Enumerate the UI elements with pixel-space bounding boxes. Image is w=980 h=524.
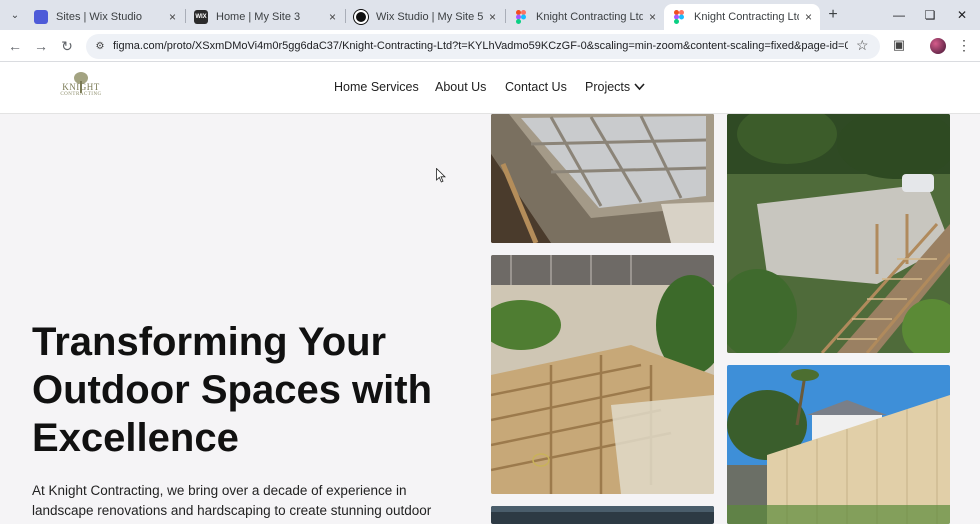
project-photo-paving[interactable] (491, 114, 714, 243)
site-info-icon[interactable]: ⚙ (92, 38, 108, 54)
close-icon[interactable]: × (489, 10, 496, 24)
minimize-icon[interactable]: — (890, 6, 908, 24)
wix-icon: WIX (194, 10, 208, 24)
site-logo[interactable]: KNIGHT CONTRACTING (58, 70, 104, 104)
mouse-cursor-icon (436, 168, 446, 183)
tab-title: Wix Studio | My Site 5 (376, 11, 483, 23)
tab-title: Knight Contracting Ltd (694, 11, 799, 23)
close-icon[interactable]: × (329, 10, 336, 24)
tab-knight-contracting-active[interactable]: Knight Contracting Ltd × (664, 4, 820, 30)
nav-about-us[interactable]: About Us (435, 80, 486, 94)
close-icon[interactable]: × (805, 10, 812, 24)
back-arrow-icon[interactable]: ← (6, 37, 24, 55)
browser-tab-strip: ⌄ Sites | Wix Studio × WIX Home | My Sit… (0, 0, 980, 30)
hero-title: Transforming Your Outdoor Spaces with Ex… (32, 320, 433, 460)
extensions-puzzle-icon[interactable]: ▣ (890, 36, 908, 54)
paving-image (491, 114, 714, 243)
restore-icon[interactable]: ❏ (921, 6, 939, 24)
profile-avatar[interactable] (930, 38, 946, 54)
wix-studio-icon (354, 10, 368, 24)
reload-icon[interactable]: ↻ (58, 37, 76, 55)
tab-wix-studio-my-site-5[interactable]: Wix Studio | My Site 5 × (346, 4, 504, 30)
tab-home-my-site-3[interactable]: WIX Home | My Site 3 × (186, 4, 344, 30)
new-tab-button[interactable]: + (824, 6, 842, 24)
timber-steps-image (491, 255, 714, 494)
logo-subtitle: CONTRACTING (60, 92, 102, 97)
address-bar[interactable]: ⚙ figma.com/proto/XSxmDMoVi4m0r5gg6daC37… (86, 34, 880, 59)
hero-description: At Knight Contracting, we bring over a d… (32, 483, 432, 518)
site-header: KNIGHT CONTRACTING Home Services About U… (0, 62, 980, 114)
close-icon[interactable]: × (649, 10, 656, 24)
nav-projects[interactable]: Projects (585, 80, 630, 94)
tab-sites-wix-studio[interactable]: Sites | Wix Studio × (26, 4, 184, 30)
close-icon[interactable]: × (169, 10, 176, 24)
window-close-icon[interactable]: ✕ (953, 6, 971, 24)
tab-knight-contracting-figma[interactable]: Knight Contracting Ltd – Fig × (506, 4, 664, 30)
tab-title: Knight Contracting Ltd – Fig (536, 11, 643, 23)
chevron-down-icon[interactable] (634, 82, 645, 94)
tab-title: Home | My Site 3 (216, 11, 301, 23)
forward-arrow-icon[interactable]: → (32, 37, 50, 55)
nav-contact-us[interactable]: Contact Us (505, 80, 567, 94)
figma-icon (672, 10, 686, 24)
logo-name: KNIGHT (62, 82, 100, 92)
project-photo-timber-fence[interactable] (727, 365, 950, 524)
browser-menu-icon[interactable]: ⋮ (957, 36, 971, 54)
url-text[interactable]: figma.com/proto/XSxmDMoVi4m0r5gg6daC37/K… (113, 40, 848, 52)
driveway-stairs-image (727, 114, 950, 353)
partial-image (491, 506, 714, 524)
timber-fence-image (727, 365, 950, 524)
tab-search-icon[interactable]: ⌄ (6, 6, 24, 24)
project-photo-driveway-stairs[interactable] (727, 114, 950, 353)
wix-studio-sites-icon (34, 10, 48, 24)
figma-icon (514, 10, 528, 24)
bookmark-star-icon[interactable]: ☆ (856, 37, 869, 54)
project-photo-partial[interactable] (491, 506, 714, 524)
tab-title: Sites | Wix Studio (56, 11, 142, 23)
project-photo-timber-steps[interactable] (491, 255, 714, 494)
browser-toolbar: ← → ↻ ⚙ figma.com/proto/XSxmDMoVi4m0r5gg… (0, 30, 980, 62)
nav-home-services[interactable]: Home Services (334, 80, 419, 94)
